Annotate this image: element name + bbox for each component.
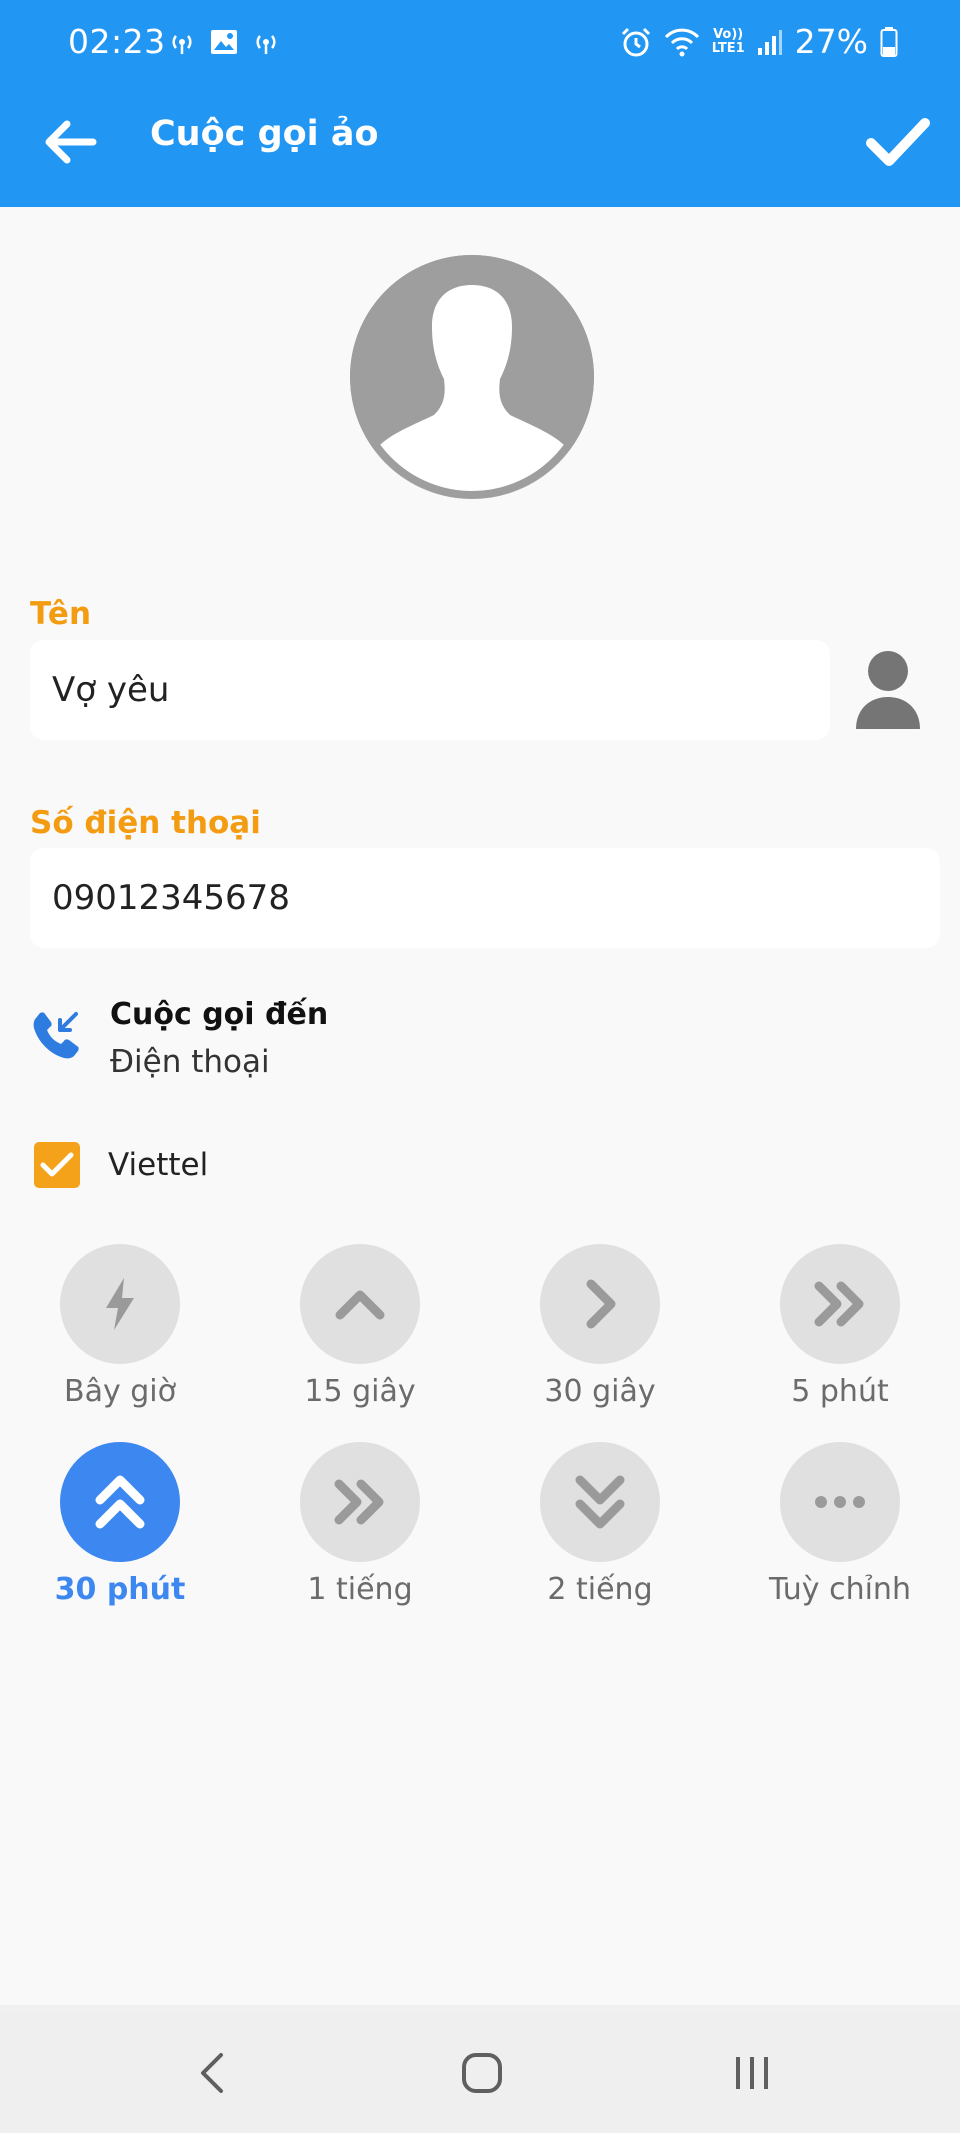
broadcast-icon [256, 35, 276, 54]
arrow-left-icon [45, 120, 97, 164]
status-bar: 02:23 Vo)) LTE1 27% [0, 0, 960, 88]
battery-percent: 27% [794, 22, 868, 61]
timer-5m-circle [780, 1244, 900, 1364]
volte-indicator: Vo)) LTE1 [711, 26, 745, 56]
timer-2h[interactable]: 2 tiếng [500, 1442, 700, 1622]
back-button[interactable] [38, 110, 102, 174]
name-label: Tên [30, 596, 92, 632]
timer-30s[interactable]: 30 giây [500, 1244, 700, 1424]
chevron-left-icon [201, 2053, 223, 2093]
timer-label: Bây giờ [64, 1374, 176, 1409]
recents-icon [736, 2057, 768, 2089]
status-time: 02:23 [68, 22, 166, 61]
app-bar: Cuộc gọi ảo [0, 88, 960, 207]
carrier-label: Viettel [108, 1147, 209, 1183]
phone-label: Số điện thoại [30, 805, 261, 841]
timer-15s-circle [300, 1244, 420, 1364]
timer-5m[interactable]: 5 phút [740, 1244, 940, 1424]
timer-label: 2 tiếng [547, 1572, 653, 1607]
double-chevron-right-icon [334, 1479, 384, 1525]
double-chevron-down-icon [575, 1475, 625, 1529]
carrier-checkbox-row[interactable]: Viettel [34, 1140, 434, 1190]
bolt-icon [106, 1278, 134, 1330]
double-chevron-up-icon [95, 1475, 145, 1529]
home-icon [462, 2053, 502, 2093]
timer-label: 5 phút [791, 1374, 889, 1409]
name-input[interactable] [52, 670, 830, 710]
carrier-checkbox[interactable] [34, 1142, 80, 1188]
timer-custom-circle [780, 1442, 900, 1562]
timer-label: 30 giây [544, 1374, 656, 1409]
signal-icon [757, 29, 782, 55]
broadcast-icon [172, 35, 192, 54]
pick-contact-button[interactable] [848, 645, 928, 735]
timer-custom[interactable]: Tuỳ chỉnh [740, 1442, 940, 1622]
battery-icon [880, 26, 898, 57]
more-dots-icon [815, 1496, 865, 1508]
timer-1h[interactable]: 1 tiếng [260, 1442, 460, 1622]
call-type-subtitle: Điện thoại [110, 1044, 270, 1080]
phone-field-container[interactable] [30, 848, 940, 948]
system-navigation-bar [0, 2013, 960, 2133]
nav-recents-button[interactable] [712, 2043, 792, 2103]
timer-30m[interactable]: 30 phút [20, 1442, 220, 1622]
image-icon [211, 30, 237, 54]
caller-avatar[interactable] [350, 255, 594, 499]
checkmark-icon [40, 1152, 74, 1177]
double-chevron-right-icon [814, 1281, 864, 1327]
timer-now-circle [60, 1244, 180, 1364]
chevron-right-icon [586, 1279, 616, 1329]
incoming-call-icon [33, 1012, 79, 1059]
status-system-icons: Vo)) LTE1 27% [620, 22, 898, 61]
timer-label: 15 giây [304, 1374, 416, 1409]
timer-2h-circle [540, 1442, 660, 1562]
alarm-icon [621, 27, 650, 56]
timer-30s-circle [540, 1244, 660, 1364]
chevron-up-icon [335, 1290, 385, 1320]
status-notification-icons [168, 28, 280, 56]
timer-label: 30 phút [54, 1572, 186, 1607]
page-title: Cuộc gọi ảo [150, 114, 379, 154]
phone-input[interactable] [52, 878, 940, 918]
nav-back-button[interactable] [172, 2043, 252, 2103]
call-type-title: Cuộc gọi đến [110, 997, 329, 1032]
person-icon [856, 651, 920, 729]
top-bar: 02:23 Vo)) LTE1 27% Cuộc gọi ảo [0, 0, 960, 207]
timer-15s[interactable]: 15 giây [260, 1244, 460, 1424]
timer-label: Tuỳ chỉnh [769, 1572, 911, 1607]
wifi-icon [664, 28, 699, 56]
timer-1h-circle [300, 1442, 420, 1562]
timer-now[interactable]: Bây giờ [20, 1244, 220, 1424]
person-silhouette-icon [350, 255, 594, 499]
timer-label: 1 tiếng [307, 1572, 413, 1607]
check-icon [866, 118, 930, 166]
confirm-button[interactable] [858, 102, 938, 182]
timer-30m-circle [60, 1442, 180, 1562]
nav-home-button[interactable] [442, 2043, 522, 2103]
name-field-container[interactable] [30, 640, 830, 740]
call-type-selector[interactable]: Cuộc gọi đến Điện thoại [30, 992, 930, 1092]
